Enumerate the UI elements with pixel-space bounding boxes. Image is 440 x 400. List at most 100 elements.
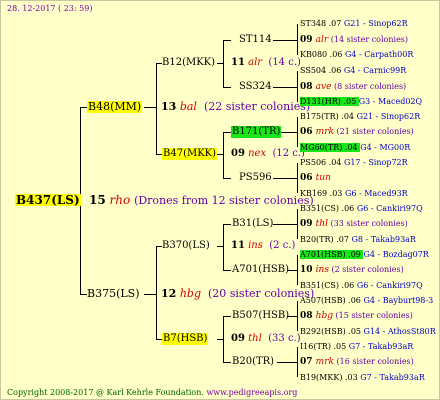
queen-b507[interactable]: B507(HSB) (232, 310, 289, 322)
gen5-drone-row: 06 mrk (21 sister colonies) (300, 126, 414, 138)
connector (217, 63, 224, 64)
queen-id[interactable]: B20(TR) (300, 235, 334, 244)
queen-id[interactable]: B351(CS) (300, 204, 339, 213)
queen-b7[interactable]: B7(HSB) (162, 333, 209, 345)
connector (80, 294, 87, 295)
queen-location: G8 - Takab93aR (351, 235, 416, 244)
queen-id[interactable]: MG60(TR) (300, 143, 343, 152)
queen-year: .05 (330, 342, 349, 351)
drone-gen: 09 (300, 219, 316, 229)
queen-id[interactable]: D131(HR) (300, 97, 341, 106)
sire-queen[interactable]: B48(MM) (87, 101, 143, 113)
gen5-drone-row: 06 tun (300, 172, 331, 184)
queen-id[interactable]: ST348 (300, 19, 326, 28)
gen5-queen-row: A701(HSB) .09 G4 - Bozdag07R (300, 249, 429, 261)
connector (223, 132, 224, 178)
connector (217, 339, 224, 340)
drone-gen: 08 (300, 311, 316, 321)
site-link[interactable]: www.pedigreeapis.org (206, 388, 297, 397)
queen-id[interactable]: KB169 (300, 189, 327, 198)
drone-ident: hbg (315, 311, 333, 321)
drone-gen: 06 (300, 127, 316, 137)
queen-year: .04 (338, 112, 357, 121)
queen-id[interactable]: SS504 (300, 66, 326, 75)
queen-location: G14 - AthosSt80R (363, 327, 436, 336)
connector (217, 246, 224, 247)
gen5-queen-row: B175(TR) .04 G21 - Sinop62R (300, 111, 420, 123)
queen-year: .06 (345, 296, 364, 305)
queen-ps596[interactable]: PS596 (239, 172, 272, 184)
queen-location: G3 - Maced02Q (358, 97, 423, 106)
queen-year: .03 (327, 189, 345, 198)
queen-location: G4 - MG00R (360, 143, 411, 152)
connector (223, 224, 224, 270)
connector (223, 362, 231, 363)
drone-gen: 09 (300, 35, 316, 45)
drone-gen: 06 (300, 173, 316, 183)
queen-id[interactable]: KB080 (300, 50, 327, 59)
pedigree-canvas: { "header": {"date": "28. 12-2017 ( 23: … (0, 0, 440, 400)
copyright-text: Copyright 2008-2017 @ Karl Kehrle Founda… (7, 388, 204, 397)
queen-id[interactable]: A507(HSB) (300, 296, 346, 305)
queen-id[interactable]: B292(HSB) (300, 327, 346, 336)
queen-ss324[interactable]: SS324 (239, 81, 272, 93)
queen-year: .04 (326, 158, 344, 167)
connector (144, 294, 157, 295)
drone-ident: ave (315, 82, 332, 92)
drone-ident: mrk (315, 127, 334, 137)
connector (223, 87, 231, 88)
connector (273, 87, 298, 88)
gen5-drone-row: 07 mrk (16 sister colonies) (300, 356, 414, 368)
drone-gen: 07 (300, 357, 316, 367)
queen-id[interactable]: A701(HSB) (300, 250, 346, 259)
gen5-queen-row: A507(HSB) .06 G4 - Bayburt98-3 (300, 295, 433, 307)
queen-year: .05 (340, 97, 359, 106)
connector (280, 132, 298, 133)
drone-note: (21 sister colonies) (333, 127, 414, 136)
connector (273, 40, 298, 41)
queen-location: G4 - Bozdag07R (363, 250, 429, 259)
root-line: 15 rho (Drones from 12 sister colonies) (89, 193, 314, 207)
gen5-queen-row: KB080 .06 G4 - Carpath00R (300, 49, 413, 61)
dam-queen[interactable]: B375(LS) (87, 288, 140, 300)
gen5-queen-row: B292(HSB) .05 G14 - AthosSt80R (300, 326, 436, 338)
queen-b20[interactable]: B20(TR) (232, 356, 274, 368)
queen-b12[interactable]: B12(MKK) (162, 57, 215, 69)
drone-note: (2 sister colonies) (328, 265, 404, 274)
queen-b47[interactable]: B47(MKK) (162, 148, 218, 160)
queen-id[interactable]: PS506 (300, 158, 326, 167)
connector (223, 270, 231, 271)
queen-st114[interactable]: ST114 (239, 34, 272, 46)
connector (277, 362, 298, 363)
queen-b370[interactable]: B370(LS) (162, 240, 210, 252)
queen-id[interactable]: B19(MKK) (300, 373, 342, 382)
connector (223, 224, 231, 225)
gen5-drone-row: 09 alr (14 sister colonies) (300, 34, 408, 46)
drone-ident: ins (315, 265, 329, 275)
queen-year: .07 (326, 19, 344, 28)
drone-note: (33 sister colonies) (327, 219, 408, 228)
queen-location: G4 - Carnic99R (343, 66, 407, 75)
queen-id[interactable]: B175(TR) (300, 112, 339, 121)
queen-year: .06 (339, 281, 357, 290)
connector (223, 316, 231, 317)
queen-location: G6 - Maced93R (344, 189, 408, 198)
root-queen[interactable]: B437(LS) (15, 194, 81, 206)
queen-id[interactable]: I16(TR) (300, 342, 331, 351)
drone-gen: 08 (300, 82, 316, 92)
queen-a701[interactable]: A701(HSB) (232, 264, 289, 276)
queen-id[interactable]: B351(CS) (300, 281, 339, 290)
sire-line: 13 bal (22 sister colonies) (161, 100, 311, 113)
queen-location: G7 - Takab93aR (360, 373, 425, 382)
queen-year: .07 (333, 235, 352, 244)
queen-location: G17 - Sinop72R (343, 158, 408, 167)
connector (273, 224, 298, 225)
queen-b171[interactable]: B171(TR) (231, 126, 282, 138)
drone-ident: tun (315, 173, 331, 183)
connector (156, 246, 157, 339)
queen-b31[interactable]: B31(LS) (232, 218, 273, 230)
queen-year: .09 (345, 250, 364, 259)
queen-location: G4 - Carpath00R (344, 50, 414, 59)
drone-note: (14 sister colonies) (328, 35, 409, 44)
connector (217, 154, 224, 155)
